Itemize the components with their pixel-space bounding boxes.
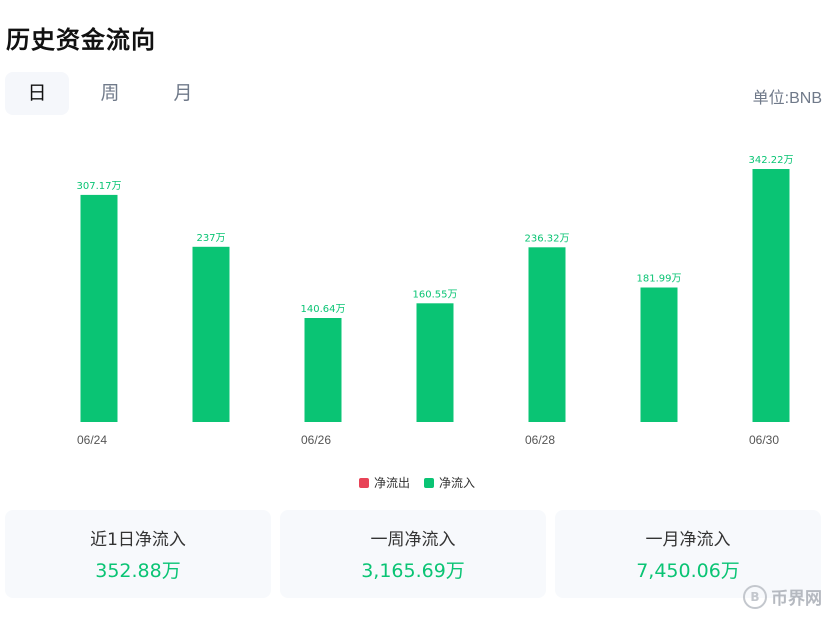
watermark: B 币界网: [743, 584, 822, 609]
data-label: 140.64万: [301, 304, 346, 315]
summary-label-month: 一月净流入: [645, 530, 731, 550]
bar-06-30[interactable]: [752, 169, 790, 422]
bar-06-25[interactable]: [192, 246, 230, 422]
bitcoin-logo-icon: B: [743, 584, 767, 609]
bar-06-26[interactable]: [304, 318, 342, 422]
bar-06-28[interactable]: [528, 247, 566, 422]
data-label: 307.17万: [77, 181, 122, 192]
tab-month[interactable]: 月: [151, 72, 215, 115]
legend-swatch-inflow: [424, 477, 434, 488]
x-tick-label: 06/24: [77, 433, 107, 447]
data-label: 160.55万: [413, 289, 458, 300]
data-label: 236.32万: [525, 233, 570, 244]
summary-card-week: 一周净流入 3,165.69万: [280, 510, 546, 598]
summary-card-day: 近1日净流入 352.88万: [5, 510, 271, 598]
x-tick-label: 06/26: [301, 433, 331, 447]
summary-value-week: 3,165.69万: [361, 560, 465, 582]
x-tick-label: 06/30: [749, 433, 779, 447]
fund-flow-bar-chart: 307.17万 06/24 237万 140.64万 06/26 160.55万 236.3…: [77, 155, 794, 447]
legend-label-outflow: 净流出: [373, 476, 410, 490]
summary-value-day: 352.88万: [95, 560, 181, 582]
legend-net-outflow[interactable]: 净流出: [358, 474, 410, 491]
summary-label-week: 一周净流入: [370, 530, 456, 550]
tab-day[interactable]: 日: [5, 72, 69, 115]
legend-net-inflow[interactable]: 净流入: [424, 474, 475, 491]
legend-label-inflow: 净流入: [439, 476, 476, 490]
period-tabs: 日 周 月: [5, 72, 224, 115]
data-label: 181.99万: [637, 274, 682, 285]
data-label: 342.22万: [749, 155, 794, 166]
bar-06-29[interactable]: [640, 287, 678, 423]
summary-cards: 近1日净流入 352.88万 一周净流入 3,165.69万 一月净流入 7,4…: [5, 510, 821, 598]
summary-label-day: 近1日净流入: [90, 530, 186, 550]
data-label: 237万: [196, 233, 225, 244]
watermark-text: 币界网: [771, 589, 822, 609]
legend-swatch-outflow: [358, 477, 369, 488]
bar-06-27[interactable]: [416, 303, 454, 422]
tab-week[interactable]: 周: [78, 72, 142, 115]
chart-legend: 净流出 净流入: [0, 474, 834, 491]
summary-value-month: 7,450.06万: [636, 560, 740, 582]
bar-06-24[interactable]: [80, 194, 118, 422]
page-title: 历史资金流向: [6, 26, 156, 54]
x-tick-label: 06/28: [525, 433, 555, 447]
unit-label: 单位:BNB: [752, 90, 822, 107]
